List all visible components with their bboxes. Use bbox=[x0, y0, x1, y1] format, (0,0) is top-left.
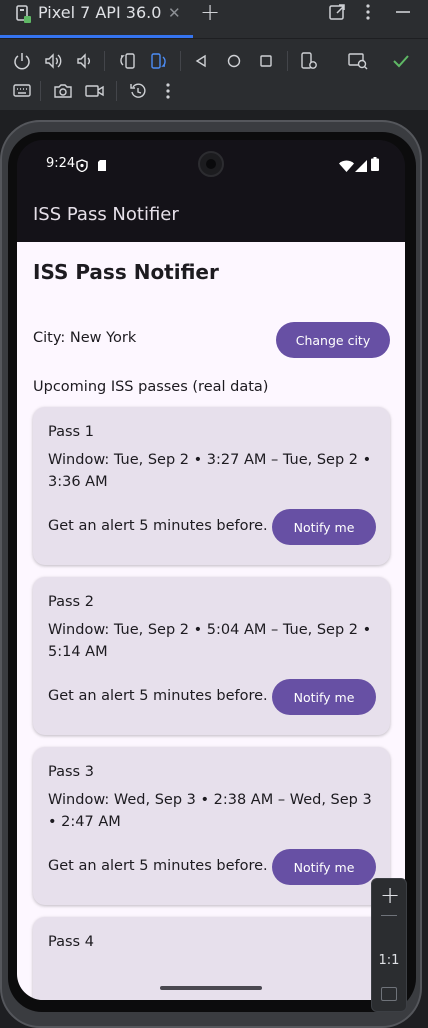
pass-card: Pass 2 Window: Tue, Sep 2 • 5:04 AM – Tu… bbox=[33, 577, 390, 735]
volume-down-icon[interactable] bbox=[73, 50, 95, 72]
zoom-controls: + 1:1 bbox=[371, 878, 407, 1012]
gesture-nav-handle[interactable] bbox=[160, 986, 262, 990]
device-tab[interactable]: Pixel 7 API 36.0 ✕ bbox=[0, 0, 193, 38]
pass-title: Pass 1 bbox=[48, 424, 94, 440]
reset-icon[interactable] bbox=[127, 80, 149, 102]
pass-alert-text: Get an alert 5 minutes before. bbox=[48, 518, 268, 534]
sd-card-icon bbox=[97, 157, 107, 176]
minimize-icon[interactable] bbox=[394, 2, 412, 26]
pass-title: Pass 2 bbox=[48, 594, 94, 610]
video-icon[interactable] bbox=[84, 80, 106, 102]
zoom-actual-size-button[interactable]: 1:1 bbox=[372, 953, 406, 968]
status-bar: 9:24 bbox=[17, 140, 405, 190]
camera-icon[interactable] bbox=[52, 80, 74, 102]
wifi-icon bbox=[339, 157, 354, 176]
pass-card: Pass 3 Window: Wed, Sep 3 • 2:38 AM – We… bbox=[33, 747, 390, 905]
zoom-out-icon[interactable] bbox=[381, 915, 397, 916]
top-app-bar: ISS Pass Notifier bbox=[17, 190, 405, 242]
battery-icon bbox=[371, 156, 379, 175]
external-window-icon[interactable] bbox=[328, 2, 346, 26]
pass-title: Pass 3 bbox=[48, 764, 94, 780]
device-settings-icon[interactable] bbox=[298, 50, 320, 72]
more-vert-icon[interactable] bbox=[157, 80, 179, 102]
rotate-left-icon[interactable] bbox=[116, 50, 138, 72]
more-vert-icon[interactable] bbox=[363, 2, 373, 26]
pass-window: Window: Tue, Sep 2 • 5:04 AM – Tue, Sep … bbox=[48, 622, 372, 660]
change-city-button[interactable]: Change city bbox=[276, 322, 390, 358]
notify-me-button[interactable]: Notify me bbox=[272, 849, 376, 885]
main-content[interactable]: ISS Pass Notifier City: New York Change … bbox=[17, 242, 405, 1000]
section-heading: Upcoming ISS passes (real data) bbox=[33, 379, 269, 395]
page-title: ISS Pass Notifier bbox=[33, 260, 219, 284]
checkmark-icon[interactable] bbox=[390, 50, 412, 72]
city-label: City: New York bbox=[33, 330, 137, 346]
app-bar-title: ISS Pass Notifier bbox=[33, 204, 179, 225]
data-saver-icon bbox=[76, 157, 88, 176]
rotate-right-icon[interactable] bbox=[148, 50, 170, 72]
pass-window: Window: Wed, Sep 3 • 2:38 AM – Wed, Sep … bbox=[48, 792, 372, 830]
close-tab-icon[interactable]: ✕ bbox=[168, 4, 181, 22]
volume-up-icon[interactable] bbox=[42, 50, 64, 72]
pass-alert-text: Get an alert 5 minutes before. bbox=[48, 858, 268, 874]
home-icon[interactable] bbox=[223, 50, 245, 72]
emulator-toolbar bbox=[0, 38, 428, 110]
toolbar-divider bbox=[104, 51, 105, 71]
pass-card: Pass 1 Window: Tue, Sep 2 • 3:27 AM – Tu… bbox=[33, 407, 390, 565]
toolbar-divider bbox=[40, 81, 41, 101]
device-screen[interactable]: 9:24 ISS Pass Notifier ISS Pass Notifier… bbox=[17, 140, 405, 1000]
notify-me-button[interactable]: Notify me bbox=[272, 679, 376, 715]
notify-me-button[interactable]: Notify me bbox=[272, 509, 376, 545]
signal-icon bbox=[355, 157, 367, 176]
overview-icon[interactable] bbox=[255, 50, 277, 72]
status-time: 9:24 bbox=[46, 156, 76, 171]
ide-tab-bar: Pixel 7 API 36.0 ✕ + bbox=[0, 0, 428, 38]
add-tab-icon[interactable]: + bbox=[200, 0, 220, 26]
back-icon[interactable] bbox=[190, 50, 212, 72]
power-icon[interactable] bbox=[11, 50, 33, 72]
zoom-fit-icon[interactable] bbox=[381, 987, 397, 1001]
keyboard-icon[interactable] bbox=[11, 80, 33, 102]
front-camera bbox=[198, 151, 224, 177]
tab-title: Pixel 7 API 36.0 bbox=[38, 3, 162, 22]
pass-title: Pass 4 bbox=[48, 934, 94, 950]
pass-alert-text: Get an alert 5 minutes before. bbox=[48, 688, 268, 704]
toolbar-divider bbox=[116, 81, 117, 101]
device-icon bbox=[14, 4, 32, 24]
toolbar-divider bbox=[287, 51, 288, 71]
toolbar-divider bbox=[180, 51, 181, 71]
snapshot-icon[interactable] bbox=[347, 50, 369, 72]
zoom-in-icon[interactable]: + bbox=[380, 881, 400, 909]
pass-window: Window: Tue, Sep 2 • 3:27 AM – Tue, Sep … bbox=[48, 452, 372, 490]
